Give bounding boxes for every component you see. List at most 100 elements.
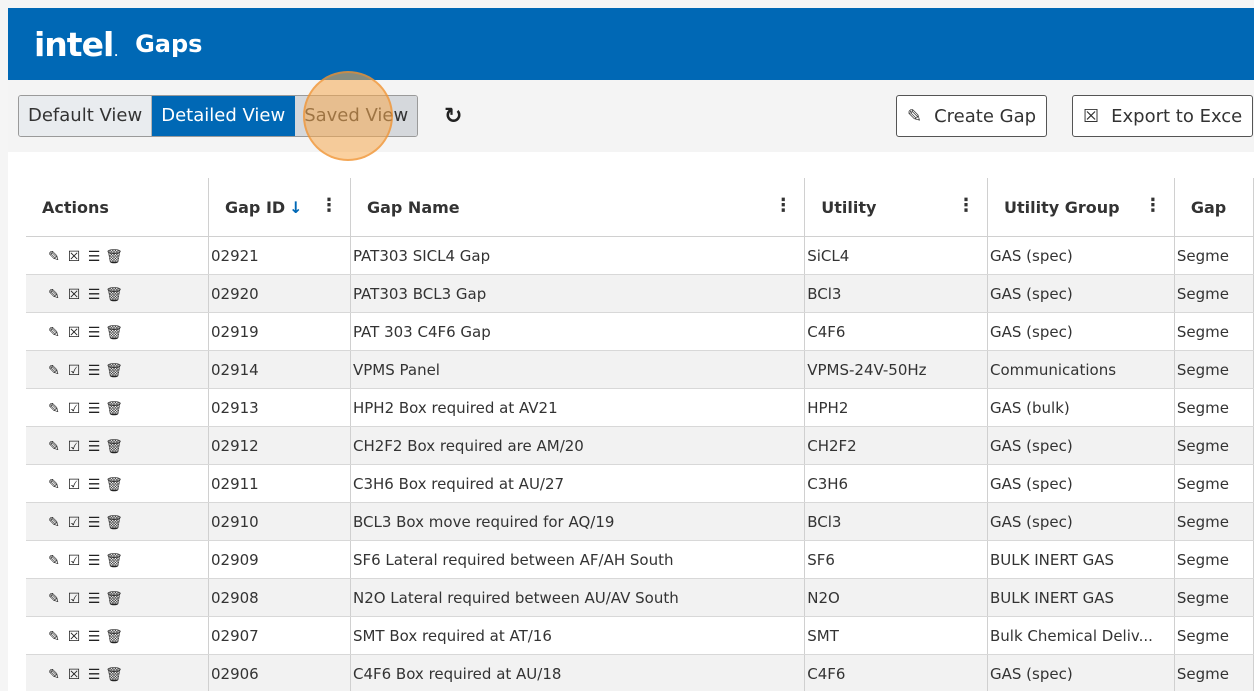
table-row[interactable]: ✎ ☑ ☰ 🗑 02912 CH2F2 Box required are AM/20 CH2… — [26, 426, 1254, 465]
trash-icon[interactable]: 🗑 — [104, 363, 124, 379]
table-row[interactable]: ✎ ☒ ☰ 🗑 02920 PAT303 BCL3 Gap BCl3 GAS (spec) Se… — [26, 274, 1254, 313]
list-icon[interactable]: ☰ — [84, 249, 104, 265]
x-box-icon[interactable]: ☒ — [64, 325, 84, 341]
x-box-icon[interactable]: ☒ — [64, 667, 84, 683]
x-box-icon[interactable]: ☒ — [64, 629, 84, 645]
gaps-table-container: Actions Gap ID ↓ ⋮ Gap Name ⋮ Utility ⋮ Util… — [26, 178, 1254, 691]
table-row[interactable]: ✎ ☑ ☰ 🗑 02911 C3H6 Box required at AU/27 C3H6 G… — [26, 464, 1254, 503]
list-icon[interactable]: ☰ — [84, 667, 104, 683]
cell-gap-id: 02908 — [208, 578, 351, 617]
row-actions: ✎ ☒ ☰ 🗑 — [26, 654, 209, 691]
row-actions: ✎ ☑ ☰ 🗑 — [26, 540, 209, 579]
edit-icon[interactable]: ✎ — [44, 439, 64, 455]
trash-icon[interactable]: 🗑 — [104, 287, 124, 303]
table-row[interactable]: ✎ ☑ ☰ 🗑 02909 SF6 Lateral required between AF… — [26, 540, 1254, 579]
gaps-table: Actions Gap ID ↓ ⋮ Gap Name ⋮ Utility ⋮ Util… — [26, 178, 1254, 691]
header-gap-extra[interactable]: Gap — [1174, 178, 1254, 237]
table-row[interactable]: ✎ ☑ ☰ 🗑 02908 N2O Lateral required between AU… — [26, 578, 1254, 617]
column-menu-icon[interactable]: ⋮ — [320, 195, 338, 216]
row-actions: ✎ ☑ ☰ 🗑 — [26, 388, 209, 427]
trash-icon[interactable]: 🗑 — [104, 629, 124, 645]
header-gap-name[interactable]: Gap Name ⋮ — [350, 178, 806, 237]
trash-icon[interactable]: 🗑 — [104, 325, 124, 341]
edit-icon[interactable]: ✎ — [44, 629, 64, 645]
cell-segment: Segme — [1174, 654, 1254, 691]
export-to-excel-button[interactable]: ☒ Export to Exce — [1072, 95, 1254, 137]
check-box-icon[interactable]: ☑ — [64, 477, 84, 493]
edit-icon[interactable]: ✎ — [44, 325, 64, 341]
x-box-icon[interactable]: ☒ — [64, 249, 84, 265]
cell-utility: N2O — [804, 578, 988, 617]
edit-icon[interactable]: ✎ — [44, 363, 64, 379]
table-row[interactable]: ✎ ☒ ☰ 🗑 02907 SMT Box required at AT/16 SMT Bul… — [26, 616, 1254, 655]
list-icon[interactable]: ☰ — [84, 553, 104, 569]
row-actions: ✎ ☑ ☰ 🗑 — [26, 464, 209, 503]
header-utility[interactable]: Utility ⋮ — [804, 178, 988, 237]
cell-utility-group: BULK INERT GAS — [987, 578, 1175, 617]
table-row[interactable]: ✎ ☑ ☰ 🗑 02910 BCL3 Box move required for AQ/1… — [26, 502, 1254, 541]
cell-gap-name: PAT 303 C4F6 Gap — [350, 312, 806, 351]
edit-icon[interactable]: ✎ — [44, 401, 64, 417]
list-icon[interactable]: ☰ — [84, 591, 104, 607]
cell-gap-name: SMT Box required at AT/16 — [350, 616, 806, 655]
cell-segment: Segme — [1174, 312, 1254, 351]
trash-icon[interactable]: 🗑 — [104, 515, 124, 531]
cell-gap-id: 02914 — [208, 350, 351, 389]
trash-icon[interactable]: 🗑 — [104, 477, 124, 493]
check-box-icon[interactable]: ☑ — [64, 363, 84, 379]
table-row[interactable]: ✎ ☒ ☰ 🗑 02919 PAT 303 C4F6 Gap C4F6 GAS (spec) S… — [26, 312, 1254, 351]
list-icon[interactable]: ☰ — [84, 287, 104, 303]
header-utility-group[interactable]: Utility Group ⋮ — [987, 178, 1175, 237]
cell-utility-group: GAS (spec) — [987, 312, 1175, 351]
table-row[interactable]: ✎ ☑ ☰ 🗑 02913 HPH2 Box required at AV21 HPH2 GA… — [26, 388, 1254, 427]
cell-utility-group: Bulk Chemical Deliv... — [987, 616, 1175, 655]
cell-utility-group: Communications — [987, 350, 1175, 389]
column-menu-icon[interactable]: ⋮ — [774, 195, 792, 216]
check-box-icon[interactable]: ☑ — [64, 439, 84, 455]
list-icon[interactable]: ☰ — [84, 515, 104, 531]
edit-icon[interactable]: ✎ — [44, 515, 64, 531]
cell-gap-name: HPH2 Box required at AV21 — [350, 388, 806, 427]
default-view-button[interactable]: Default View — [19, 96, 153, 136]
trash-icon[interactable]: 🗑 — [104, 667, 124, 683]
create-gap-button[interactable]: ✎ Create Gap — [896, 95, 1048, 137]
saved-view-button[interactable]: Saved View — [295, 96, 418, 136]
check-box-icon[interactable]: ☑ — [64, 553, 84, 569]
header-gap-id[interactable]: Gap ID ↓ ⋮ — [208, 178, 351, 237]
row-actions: ✎ ☒ ☰ 🗑 — [26, 236, 209, 275]
check-box-icon[interactable]: ☑ — [64, 401, 84, 417]
column-menu-icon[interactable]: ⋮ — [957, 195, 975, 216]
table-row[interactable]: ✎ ☒ ☰ 🗑 02906 C4F6 Box required at AU/18 C4F6 G… — [26, 654, 1254, 691]
edit-icon[interactable]: ✎ — [44, 553, 64, 569]
edit-icon[interactable]: ✎ — [44, 249, 64, 265]
table-row[interactable]: ✎ ☒ ☰ 🗑 02921 PAT303 SICL4 Gap SiCL4 GAS (spec)… — [26, 236, 1254, 275]
trash-icon[interactable]: 🗑 — [104, 439, 124, 455]
detailed-view-button[interactable]: Detailed View — [152, 96, 296, 136]
x-box-icon[interactable]: ☒ — [64, 287, 84, 303]
check-box-icon[interactable]: ☑ — [64, 515, 84, 531]
list-icon[interactable]: ☰ — [84, 477, 104, 493]
cell-gap-name: C3H6 Box required at AU/27 — [350, 464, 806, 503]
cell-gap-name: C4F6 Box required at AU/18 — [350, 654, 806, 691]
edit-icon[interactable]: ✎ — [44, 477, 64, 493]
column-menu-icon[interactable]: ⋮ — [1144, 195, 1162, 216]
edit-icon[interactable]: ✎ — [44, 287, 64, 303]
trash-icon[interactable]: 🗑 — [104, 249, 124, 265]
trash-icon[interactable]: 🗑 — [104, 553, 124, 569]
trash-icon[interactable]: 🗑 — [104, 401, 124, 417]
row-actions: ✎ ☑ ☰ 🗑 — [26, 578, 209, 617]
list-icon[interactable]: ☰ — [84, 401, 104, 417]
check-box-icon[interactable]: ☑ — [64, 591, 84, 607]
cell-gap-id: 02921 — [208, 236, 351, 275]
refresh-icon[interactable]: ↻ — [444, 106, 462, 128]
cell-utility-group: GAS (spec) — [987, 274, 1175, 313]
edit-icon[interactable]: ✎ — [44, 591, 64, 607]
cell-utility: SF6 — [804, 540, 988, 579]
list-icon[interactable]: ☰ — [84, 363, 104, 379]
table-row[interactable]: ✎ ☑ ☰ 🗑 02914 VPMS Panel VPMS-24V-50Hz Communic… — [26, 350, 1254, 389]
list-icon[interactable]: ☰ — [84, 325, 104, 341]
trash-icon[interactable]: 🗑 — [104, 591, 124, 607]
list-icon[interactable]: ☰ — [84, 629, 104, 645]
list-icon[interactable]: ☰ — [84, 439, 104, 455]
edit-icon[interactable]: ✎ — [44, 667, 64, 683]
